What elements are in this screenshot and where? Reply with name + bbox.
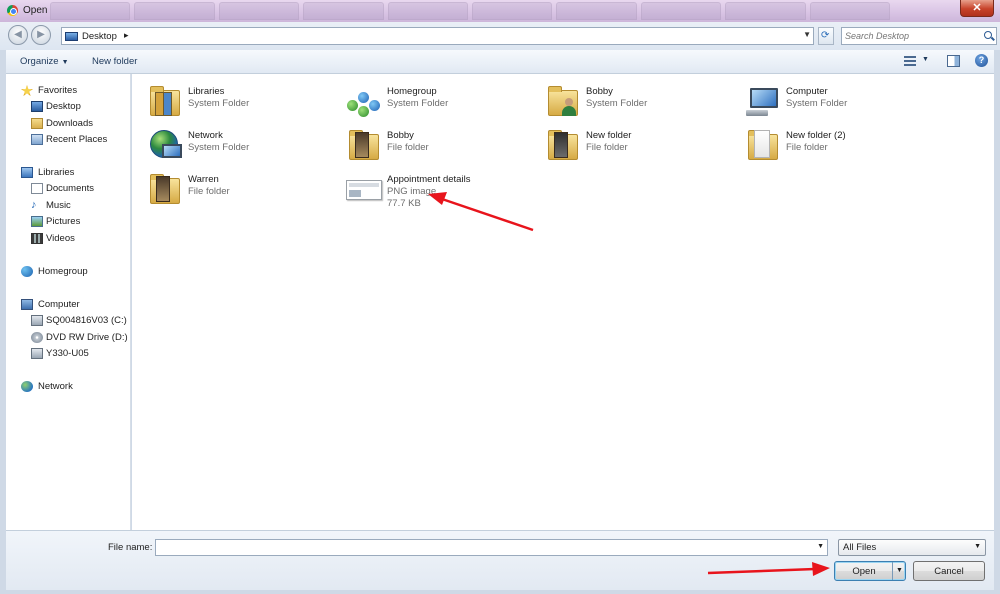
file-type-value: All Files — [843, 542, 877, 553]
forward-arrow-icon: ▶ — [37, 29, 45, 40]
list-item[interactable]: Computer System Folder — [744, 82, 934, 122]
view-options-dropdown-icon[interactable]: ▼ — [922, 56, 929, 63]
new-folder-button[interactable]: New folder — [92, 56, 137, 67]
list-item[interactable]: New folder (2) File folder — [744, 126, 934, 166]
homegroup-icon — [345, 84, 383, 118]
nav-downloads[interactable]: Downloads — [6, 117, 131, 131]
list-item[interactable]: Appointment details PNG image 77.7 KB — [345, 170, 535, 210]
open-button[interactable]: Open ▼ — [834, 561, 906, 581]
computer-icon — [21, 299, 33, 310]
music-icon: ♪ — [31, 199, 37, 211]
organize-dropdown-icon: ▼ — [61, 59, 69, 66]
removable-drive-icon — [31, 348, 43, 359]
nav-drive-d[interactable]: DVD RW Drive (D:) M — [6, 331, 131, 345]
dialog-footer: File name: ▼ All Files ▼ Open ▼ Cancel — [6, 530, 994, 590]
user-folder-icon — [544, 84, 582, 118]
folder-icon — [544, 128, 582, 162]
file-list: Libraries System Folder Homegroup System F… — [132, 74, 994, 530]
videos-icon — [31, 233, 43, 244]
list-item[interactable]: Libraries System Folder — [146, 82, 336, 122]
homegroup-icon — [21, 266, 33, 277]
refresh-button[interactable]: ⟳ — [818, 27, 834, 45]
nav-recent-places[interactable]: Recent Places — [6, 133, 131, 147]
nav-drive-c[interactable]: SQ004816V03 (C:) — [6, 314, 131, 328]
png-thumbnail-icon — [345, 172, 383, 206]
address-bar[interactable]: Desktop ▸ ▼ — [61, 27, 814, 45]
list-item[interactable]: New folder File folder — [544, 126, 734, 166]
network-icon — [21, 381, 33, 392]
cancel-button[interactable]: Cancel — [913, 561, 985, 581]
nav-documents[interactable]: Documents — [6, 182, 131, 196]
address-dropdown-icon[interactable]: ▼ — [803, 30, 811, 39]
libraries-icon — [146, 84, 184, 118]
list-item[interactable]: Network System Folder — [146, 126, 336, 166]
folder-icon — [146, 172, 184, 206]
forward-button[interactable]: ▶ — [31, 25, 51, 45]
open-dropdown-icon: ▼ — [896, 567, 903, 574]
close-icon: ✕ — [972, 2, 982, 14]
computer-icon — [744, 84, 782, 118]
search-input[interactable] — [845, 30, 975, 42]
nav-pictures[interactable]: Pictures — [6, 215, 131, 229]
folder-icon — [345, 128, 383, 162]
file-name-dropdown-icon[interactable]: ▼ — [817, 543, 824, 550]
nav-libraries[interactable]: Libraries — [6, 166, 131, 180]
title-bar: Open ✕ — [0, 0, 1000, 22]
list-item[interactable]: Bobby System Folder — [544, 82, 734, 122]
file-type-dropdown-icon: ▼ — [974, 543, 981, 550]
address-path[interactable]: Desktop — [82, 31, 117, 42]
close-button[interactable]: ✕ — [960, 0, 994, 17]
change-view-icon[interactable] — [904, 56, 916, 67]
window-title: Open — [23, 5, 48, 16]
background-browser-tabs — [50, 2, 891, 20]
folder-icon — [744, 128, 782, 162]
dvd-drive-icon — [31, 332, 43, 343]
refresh-icon: ⟳ — [821, 30, 830, 41]
chrome-icon — [7, 5, 18, 16]
breadcrumb-chevron-icon[interactable]: ▸ — [124, 30, 129, 41]
star-icon — [21, 85, 33, 96]
open-options-button[interactable]: ▼ — [892, 562, 905, 580]
file-name-combobox[interactable]: ▼ — [155, 539, 828, 556]
search-icon[interactable] — [984, 31, 992, 39]
preview-pane-icon[interactable] — [947, 55, 960, 67]
back-arrow-icon: ◀ — [14, 29, 22, 40]
navigation-pane: Favorites Desktop Downloads Recent Place… — [6, 74, 131, 530]
list-item[interactable]: Bobby File folder — [345, 126, 535, 166]
nav-favorites[interactable]: Favorites — [6, 84, 131, 98]
command-bar: Organize ▼ New folder ▼ ? — [6, 50, 994, 74]
list-item[interactable]: Homegroup System Folder — [345, 82, 535, 122]
recent-places-icon — [31, 134, 43, 145]
hard-drive-icon — [31, 315, 43, 326]
help-icon[interactable]: ? — [975, 54, 988, 67]
nav-videos[interactable]: Videos — [6, 232, 131, 246]
nav-homegroup[interactable]: Homegroup — [6, 265, 131, 279]
desktop-location-icon — [65, 32, 78, 41]
downloads-icon — [31, 118, 43, 129]
file-name-label: File name: — [108, 542, 153, 553]
nav-music[interactable]: ♪ Music — [6, 199, 131, 213]
back-button[interactable]: ◀ — [8, 25, 28, 45]
nav-drive-y[interactable]: Y330-U05 — [6, 347, 131, 361]
file-type-select[interactable]: All Files ▼ — [838, 539, 986, 556]
nav-computer[interactable]: Computer — [6, 298, 131, 312]
libraries-icon — [21, 167, 33, 178]
search-box[interactable] — [841, 27, 997, 45]
organize-button[interactable]: Organize ▼ — [20, 56, 69, 67]
list-item[interactable]: Warren File folder — [146, 170, 336, 210]
address-row: ◀ ▶ Desktop ▸ ▼ ⟳ — [0, 22, 1000, 50]
nav-network[interactable]: Network — [6, 380, 131, 394]
pictures-icon — [31, 216, 43, 227]
file-name-input[interactable] — [159, 541, 799, 554]
network-icon — [146, 128, 184, 162]
nav-desktop[interactable]: Desktop — [6, 100, 131, 114]
desktop-icon — [31, 101, 43, 112]
documents-icon — [31, 183, 43, 194]
